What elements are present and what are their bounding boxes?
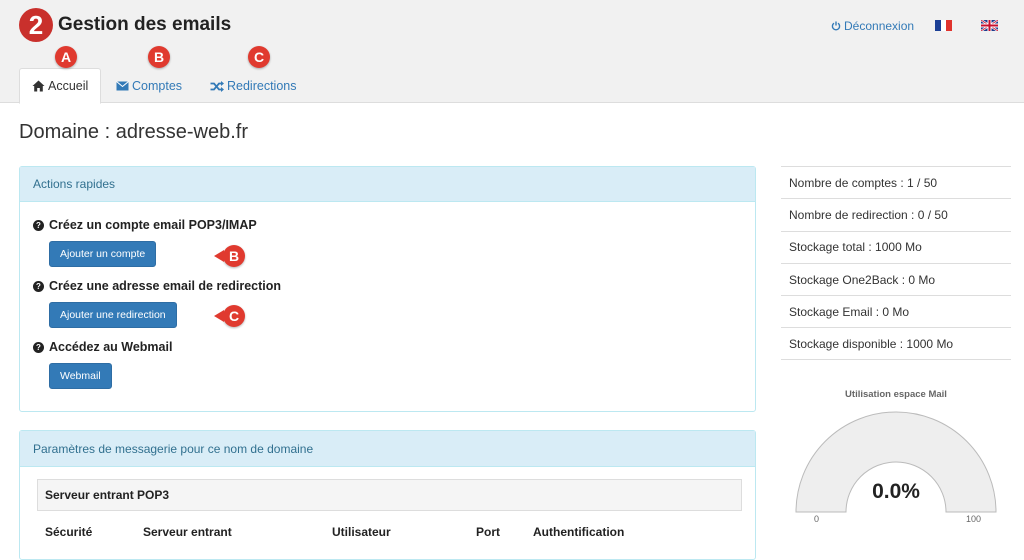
question-icon: ? [33, 341, 44, 353]
english-flag-icon[interactable] [981, 20, 998, 31]
gauge-min-label: 0 [814, 514, 820, 524]
logout-label: Déconnexion [844, 19, 915, 33]
action-title-text: Accédez au Webmail [49, 340, 173, 354]
marker-b: B [148, 46, 170, 68]
question-icon: ? [33, 280, 44, 292]
tab-accueil[interactable]: Accueil [19, 68, 102, 104]
power-icon [831, 21, 841, 31]
marker-b-pointer: B [214, 245, 245, 267]
gauge-value: 0.0% [872, 480, 920, 503]
shuffle-icon [210, 80, 224, 92]
home-icon [32, 80, 45, 92]
column-header: Utilisateur [332, 525, 391, 539]
marker-c: C [248, 46, 270, 68]
tab-label: Comptes [132, 79, 183, 93]
logout-link[interactable]: Déconnexion [831, 19, 914, 33]
stats-list: Nombre de comptes : 1 / 50 Nombre de red… [781, 166, 1011, 360]
envelope-icon [116, 81, 129, 91]
marker-a: A [55, 46, 77, 68]
question-icon: ? [33, 219, 44, 231]
webmail-button[interactable]: Webmail [49, 363, 112, 389]
action-title-text: Créez un compte email POP3/IMAP [49, 218, 257, 232]
add-redirection-button[interactable]: Ajouter une redirection [49, 302, 177, 328]
stat-total-storage: Stockage total : 1000 Mo [781, 230, 1011, 263]
stat-one2back-storage: Stockage One2Back : 0 Mo [781, 262, 1011, 295]
column-header: Port [476, 525, 500, 539]
page-title: Domaine : adresse-web.fr [19, 121, 248, 143]
stat-redirections: Nombre de redirection : 0 / 50 [781, 198, 1011, 230]
panel-heading: Actions rapides [20, 167, 755, 202]
action-title: ? Accédez au Webmail [33, 340, 172, 354]
french-flag-icon[interactable] [935, 20, 953, 31]
incoming-server-heading: Serveur entrant POP3 [37, 479, 742, 511]
action-title: ? Créez une adresse email de redirection [33, 279, 281, 293]
add-account-button[interactable]: Ajouter un compte [49, 241, 157, 267]
stat-email-storage: Stockage Email : 0 Mo [781, 295, 1011, 327]
stat-available-storage: Stockage disponible : 1000 Mo [781, 327, 1011, 360]
quick-actions-panel: Actions rapides ? Créez un compte email … [19, 166, 756, 412]
tab-comptes[interactable]: Comptes [104, 68, 194, 104]
logo: 2 [19, 8, 53, 42]
marker-c-pointer: C [214, 305, 245, 327]
app-title: Gestion des emails [58, 14, 232, 35]
stat-accounts: Nombre de comptes : 1 / 50 [781, 166, 1011, 198]
column-header: Authentification [533, 525, 625, 539]
column-header: Serveur entrant [143, 525, 232, 539]
tab-label: Accueil [48, 79, 89, 93]
gauge-title: Utilisation espace Mail [845, 389, 947, 400]
panel-heading: Paramètres de messagerie pour ce nom de … [20, 431, 755, 467]
tab-redirections[interactable]: Redirections [198, 68, 308, 104]
action-title: ? Créez un compte email POP3/IMAP [33, 218, 257, 232]
tab-label: Redirections [227, 79, 297, 93]
gauge-max-label: 100 [966, 514, 982, 524]
column-header: Sécurité [45, 525, 93, 539]
action-title-text: Créez une adresse email de redirection [49, 279, 282, 293]
